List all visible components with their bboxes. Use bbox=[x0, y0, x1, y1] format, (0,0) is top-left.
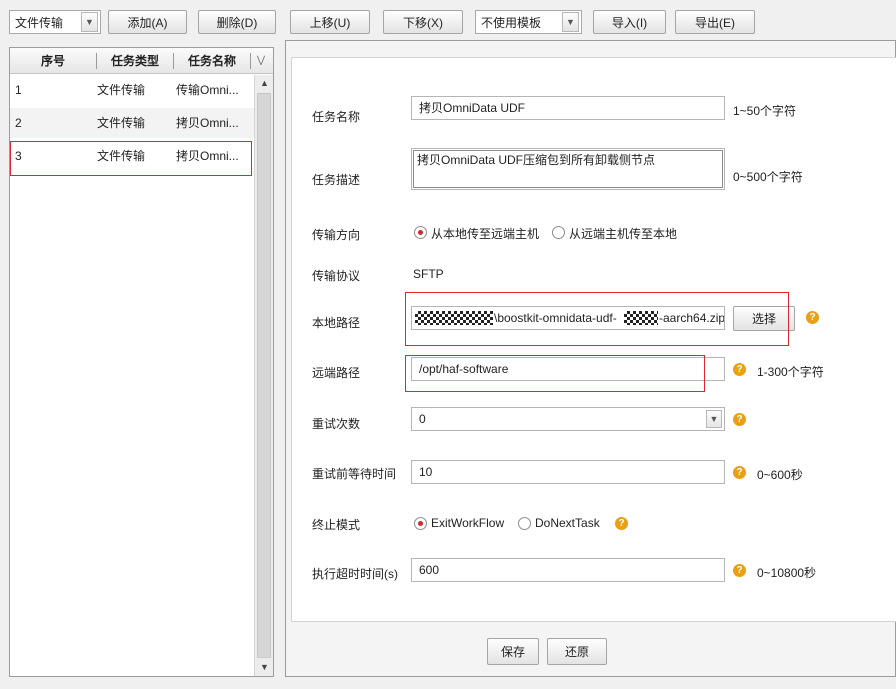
help-icon[interactable]: ? bbox=[733, 564, 746, 577]
timeout-label: 执行超时时间(s) bbox=[312, 567, 398, 581]
scroll-down-icon[interactable]: ▼ bbox=[256, 659, 273, 676]
task-desc-label: 任务描述 bbox=[312, 173, 361, 187]
task-form: 任务名称 拷贝OmniData UDF 1~50个字符 任务描述 拷贝OmniD… bbox=[291, 57, 896, 622]
column-header-type[interactable]: 任务类型 bbox=[97, 48, 173, 74]
import-button[interactable]: 导入(I) bbox=[593, 10, 666, 34]
move-down-button[interactable]: 下移(X) bbox=[383, 10, 463, 34]
table-row[interactable]: 2 文件传输 拷贝Omni... bbox=[10, 108, 254, 138]
scroll-thumb[interactable] bbox=[257, 93, 271, 658]
retry-wait-label: 重试前等待时间 bbox=[312, 467, 397, 481]
direction-option-remote-to-local[interactable]: 从远端主机传至本地 bbox=[569, 225, 677, 242]
save-button[interactable]: 保存 bbox=[487, 638, 539, 665]
task-name-input[interactable]: 拷贝OmniData UDF bbox=[411, 96, 725, 120]
task-form-panel: 任务名称 拷贝OmniData UDF 1~50个字符 任务描述 拷贝OmniD… bbox=[285, 40, 896, 677]
stop-mode-radio-exit[interactable] bbox=[414, 517, 427, 530]
template-select[interactable]: 不使用模板 ▼ bbox=[475, 10, 582, 34]
delete-button[interactable]: 删除(D) bbox=[198, 10, 276, 34]
column-header-name[interactable]: 任务名称 bbox=[174, 48, 250, 74]
task-list-panel: 序号 任务类型 任务名称 ⋁ 1 文件传输 传输Omni... 2 文件传输 拷… bbox=[9, 47, 274, 677]
stop-mode-label: 终止模式 bbox=[312, 518, 361, 532]
stop-mode-option-exit[interactable]: ExitWorkFlow bbox=[431, 516, 504, 530]
retry-wait-hint: 0~600秒 bbox=[757, 468, 803, 482]
task-name-hint: 1~50个字符 bbox=[733, 104, 797, 118]
column-divider bbox=[250, 53, 251, 69]
local-path-label: 本地路径 bbox=[312, 316, 361, 330]
highlight-box-row-3 bbox=[10, 141, 252, 176]
move-up-button[interactable]: 上移(U) bbox=[290, 10, 370, 34]
retry-wait-input[interactable]: 10 bbox=[411, 460, 725, 484]
highlight-box-local-path bbox=[405, 292, 789, 346]
row-name: 传输Omni... bbox=[176, 83, 239, 97]
help-icon[interactable]: ? bbox=[806, 311, 819, 324]
direction-radio-remote-to-local[interactable] bbox=[552, 226, 565, 239]
table-row[interactable]: 1 文件传输 传输Omni... bbox=[10, 75, 254, 105]
restore-button[interactable]: 还原 bbox=[547, 638, 607, 665]
timeout-hint: 0~10800秒 bbox=[757, 566, 817, 580]
task-list-scrollbar[interactable]: ▲ ▼ bbox=[254, 75, 273, 676]
direction-option-local-to-remote[interactable]: 从本地传至远端主机 bbox=[431, 225, 539, 242]
direction-radio-local-to-remote[interactable] bbox=[414, 226, 427, 239]
task-desc-textarea[interactable]: 拷贝OmniData UDF压缩包到所有卸载侧节点 bbox=[411, 148, 725, 190]
chevron-down-icon: ▼ bbox=[562, 12, 579, 32]
task-desc-value: 拷贝OmniData UDF压缩包到所有卸载侧节点 bbox=[413, 150, 723, 188]
task-type-select[interactable]: 文件传输 ▼ bbox=[9, 10, 101, 34]
help-icon[interactable]: ? bbox=[733, 363, 746, 376]
timeout-input[interactable]: 600 bbox=[411, 558, 725, 582]
chevron-down-icon: ▼ bbox=[81, 12, 98, 32]
column-header-index[interactable]: 序号 bbox=[10, 48, 96, 74]
protocol-label: 传输协议 bbox=[312, 269, 361, 283]
row-name: 拷贝Omni... bbox=[176, 116, 239, 130]
retry-count-label: 重试次数 bbox=[312, 417, 361, 431]
row-index: 2 bbox=[15, 116, 22, 130]
stop-mode-radio-next[interactable] bbox=[518, 517, 531, 530]
help-icon[interactable]: ? bbox=[615, 517, 628, 530]
toolbar: 文件传输 ▼ 添加(A) 删除(D) 上移(U) 下移(X) 不使用模板 ▼ 导… bbox=[0, 0, 896, 44]
row-index: 1 bbox=[15, 83, 22, 97]
expand-columns-icon[interactable]: ⋁ bbox=[253, 52, 269, 70]
scroll-up-icon[interactable]: ▲ bbox=[256, 75, 273, 92]
retry-count-select[interactable]: 0 ▼ bbox=[411, 407, 725, 431]
stop-mode-option-next[interactable]: DoNextTask bbox=[535, 516, 600, 530]
help-icon[interactable]: ? bbox=[733, 466, 746, 479]
export-button[interactable]: 导出(E) bbox=[675, 10, 755, 34]
task-name-label: 任务名称 bbox=[312, 110, 361, 124]
task-type-select-value: 文件传输 bbox=[15, 15, 64, 30]
template-select-value: 不使用模板 bbox=[481, 15, 542, 30]
direction-label: 传输方向 bbox=[312, 228, 361, 242]
protocol-value: SFTP bbox=[413, 267, 444, 281]
retry-count-value: 0 bbox=[419, 412, 426, 426]
add-button[interactable]: 添加(A) bbox=[108, 10, 187, 34]
help-icon[interactable]: ? bbox=[733, 413, 746, 426]
row-type: 文件传输 bbox=[97, 83, 146, 97]
task-desc-hint: 0~500个字符 bbox=[733, 170, 803, 184]
remote-path-hint: 1-300个字符 bbox=[757, 365, 824, 379]
task-list-header: 序号 任务类型 任务名称 ⋁ bbox=[10, 48, 273, 74]
row-type: 文件传输 bbox=[97, 116, 146, 130]
remote-path-label: 远端路径 bbox=[312, 366, 361, 380]
highlight-box-remote-path bbox=[405, 355, 705, 392]
chevron-down-icon: ▼ bbox=[706, 410, 722, 428]
